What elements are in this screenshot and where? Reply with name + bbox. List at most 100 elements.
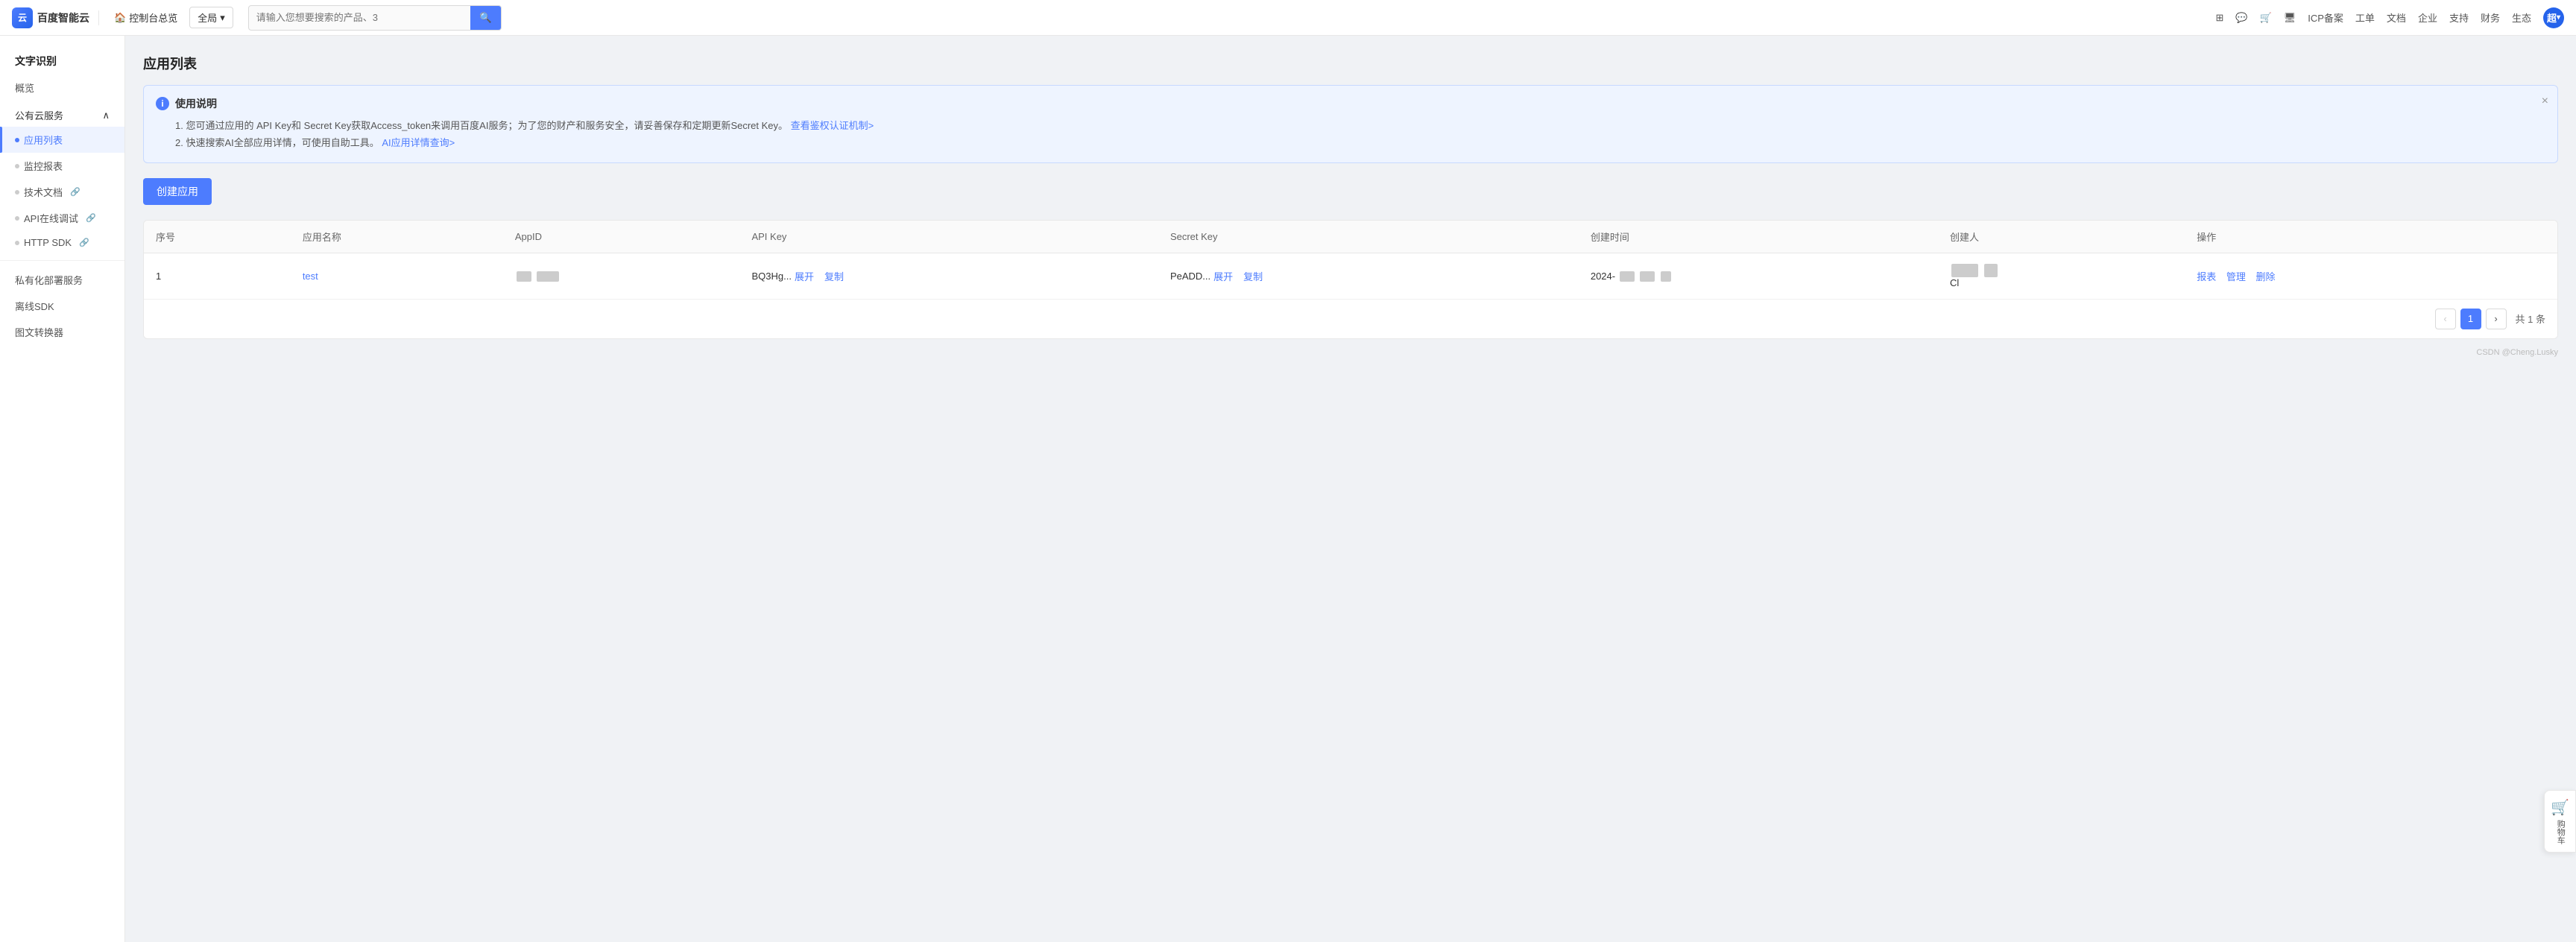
col-created: 创建时间	[1579, 221, 1938, 253]
chevron-up-icon: ∧	[102, 110, 110, 121]
cell-secretkey: PeADD... 展开 复制	[1158, 253, 1579, 299]
col-name: 应用名称	[291, 221, 503, 253]
apps-grid-icon[interactable]: ⊞	[2215, 12, 2223, 24]
info-line-2: 2. 快速搜索AI全部应用详情，可使用自助工具。 AI应用详情查询>	[156, 134, 2545, 151]
sidebar-item-tech-docs[interactable]: 技术文档 🔗	[0, 179, 124, 205]
col-secretkey: Secret Key	[1158, 221, 1579, 253]
screen-icon[interactable]: 🖥	[2284, 12, 2296, 24]
col-index: 序号	[144, 221, 291, 253]
api-key-copy[interactable]: 复制	[824, 269, 844, 283]
secret-key-copy[interactable]: 复制	[1243, 269, 1263, 283]
table-header-row: 序号 应用名称 AppID API Key Secret Key 创建时间 创建…	[144, 221, 2557, 253]
next-page-button[interactable]: ›	[2486, 309, 2507, 329]
app-table: 序号 应用名称 AppID API Key Secret Key 创建时间 创建…	[143, 220, 2558, 339]
page-total: 共 1 条	[2516, 312, 2545, 326]
creator-masked	[1951, 264, 1978, 277]
footer-note: CSDN @Cheng.Lusky	[143, 339, 2558, 360]
secret-key-expand[interactable]: 展开	[1213, 269, 1233, 283]
cell-created: 2024-	[1579, 253, 1938, 299]
cell-actions: 报表 管理 删除	[2185, 253, 2557, 299]
sidebar-item-label: HTTP SDK	[24, 237, 72, 248]
support-link[interactable]: 支持	[2449, 10, 2469, 25]
logo-icon: 云	[12, 7, 33, 28]
message-icon[interactable]: 💬	[2235, 12, 2247, 24]
sidebar-item-label: 概览	[15, 80, 34, 95]
finance-link[interactable]: 财务	[2481, 10, 2500, 25]
col-appid: AppID	[503, 221, 740, 253]
top-nav: 云 百度智能云 🏠 控制台总览 全局 ▾ 🔍 ⊞ 💬 🛒 🖥 ICP备案 工单 …	[0, 0, 2576, 36]
sidebar-item-label: 技术文档	[24, 185, 63, 199]
action-report[interactable]: 报表	[2197, 271, 2216, 282]
docs-link[interactable]: 文档	[2387, 10, 2406, 25]
info-box-title: 使用说明	[175, 96, 217, 111]
chevron-down-icon: ▾	[220, 12, 225, 24]
secret-key-prefix: PeADD...	[1170, 271, 1210, 282]
appid-masked-2	[537, 271, 559, 282]
logo[interactable]: 云 百度智能云	[12, 7, 89, 28]
sidebar-item-label: 私有化部署服务	[15, 273, 83, 287]
col-apikey: API Key	[739, 221, 1158, 253]
sidebar-item-label: 应用列表	[24, 133, 63, 147]
scope-label: 全局	[198, 10, 217, 25]
sidebar: 文字识别 概览 公有云服务 ∧ 应用列表 监控报表 技术文档 🔗 API在线调试…	[0, 36, 125, 942]
col-creator: 创建人	[1938, 221, 2185, 253]
dot-icon	[15, 216, 19, 221]
cell-creator: Cl	[1938, 253, 2185, 299]
info-box: i 使用说明 1. 您可通过应用的 API Key和 Secret Key获取A…	[143, 85, 2558, 163]
sidebar-item-image-convert[interactable]: 图文转换器	[0, 319, 124, 345]
dot-icon	[15, 164, 19, 168]
sidebar-item-private-deploy[interactable]: 私有化部署服务	[0, 267, 124, 293]
control-panel-link[interactable]: 🏠 控制台总览	[108, 7, 183, 28]
search-button[interactable]: 🔍	[470, 6, 501, 30]
icp-link[interactable]: ICP备案	[2308, 10, 2343, 25]
pagination: ‹ 1 › 共 1 条	[144, 299, 2557, 338]
api-key-expand[interactable]: 展开	[795, 269, 814, 283]
sidebar-item-monitor[interactable]: 监控报表	[0, 153, 124, 179]
enterprise-link[interactable]: 企业	[2418, 10, 2437, 25]
user-avatar[interactable]: 超 ▾	[2543, 7, 2564, 28]
chevron-down-icon: ▾	[2557, 13, 2560, 22]
ecosystem-link[interactable]: 生态	[2512, 10, 2531, 25]
action-manage[interactable]: 管理	[2226, 271, 2246, 282]
active-dot	[15, 138, 19, 142]
sidebar-item-http-sdk[interactable]: HTTP SDK 🔗	[0, 231, 124, 254]
search-bar: 🔍	[248, 5, 502, 31]
page-title: 应用列表	[143, 54, 2558, 73]
dot-icon	[15, 241, 19, 245]
action-delete[interactable]: 删除	[2256, 271, 2276, 282]
create-app-button[interactable]: 创建应用	[143, 178, 212, 205]
info-line-1: 1. 您可通过应用的 API Key和 Secret Key获取Access_t…	[156, 117, 2545, 134]
workorder-link[interactable]: 工单	[2355, 10, 2375, 25]
search-input[interactable]	[249, 7, 470, 28]
info-close-button[interactable]: ×	[2542, 95, 2548, 108]
external-link-icon: 🔗	[86, 213, 96, 223]
auth-link[interactable]: 查看鉴权认证机制>	[791, 120, 874, 131]
page-1-button[interactable]: 1	[2460, 309, 2481, 329]
app-detail-link[interactable]: AI应用详情查询>	[382, 137, 455, 148]
home-icon: 🏠	[114, 12, 126, 24]
sidebar-item-label: 监控报表	[24, 159, 63, 173]
app-name-link[interactable]: test	[303, 271, 318, 282]
sidebar-item-offline-sdk[interactable]: 离线SDK	[0, 293, 124, 319]
dot-icon	[15, 190, 19, 195]
table-row: 1 test BQ3Hg... 展开 复制	[144, 253, 2557, 299]
info-icon: i	[156, 97, 169, 110]
api-key-prefix: BQ3Hg...	[751, 271, 791, 282]
cart-icon[interactable]: 🛒	[2260, 12, 2272, 24]
prev-page-button[interactable]: ‹	[2435, 309, 2456, 329]
sidebar-item-api-debug[interactable]: API在线调试 🔗	[0, 205, 124, 231]
layout: 文字识别 概览 公有云服务 ∧ 应用列表 监控报表 技术文档 🔗 API在线调试…	[0, 36, 2576, 942]
scope-selector[interactable]: 全局 ▾	[189, 7, 233, 28]
api-key-cell: BQ3Hg... 展开 复制	[751, 269, 1146, 283]
app-table-element: 序号 应用名称 AppID API Key Secret Key 创建时间 创建…	[144, 221, 2557, 299]
sidebar-item-app-list[interactable]: 应用列表	[0, 127, 124, 153]
sidebar-group-public-cloud[interactable]: 公有云服务 ∧	[0, 101, 124, 127]
external-link-icon: 🔗	[79, 238, 89, 247]
sidebar-item-overview[interactable]: 概览	[0, 75, 124, 101]
float-cart[interactable]: 🛒 购物车	[2544, 790, 2576, 853]
date-masked-1	[1620, 271, 1635, 282]
creator-masked-2	[1984, 264, 1998, 277]
col-actions: 操作	[2185, 221, 2557, 253]
main-content: 应用列表 i 使用说明 1. 您可通过应用的 API Key和 Secret K…	[125, 36, 2576, 942]
date-masked-3	[1661, 271, 1671, 282]
